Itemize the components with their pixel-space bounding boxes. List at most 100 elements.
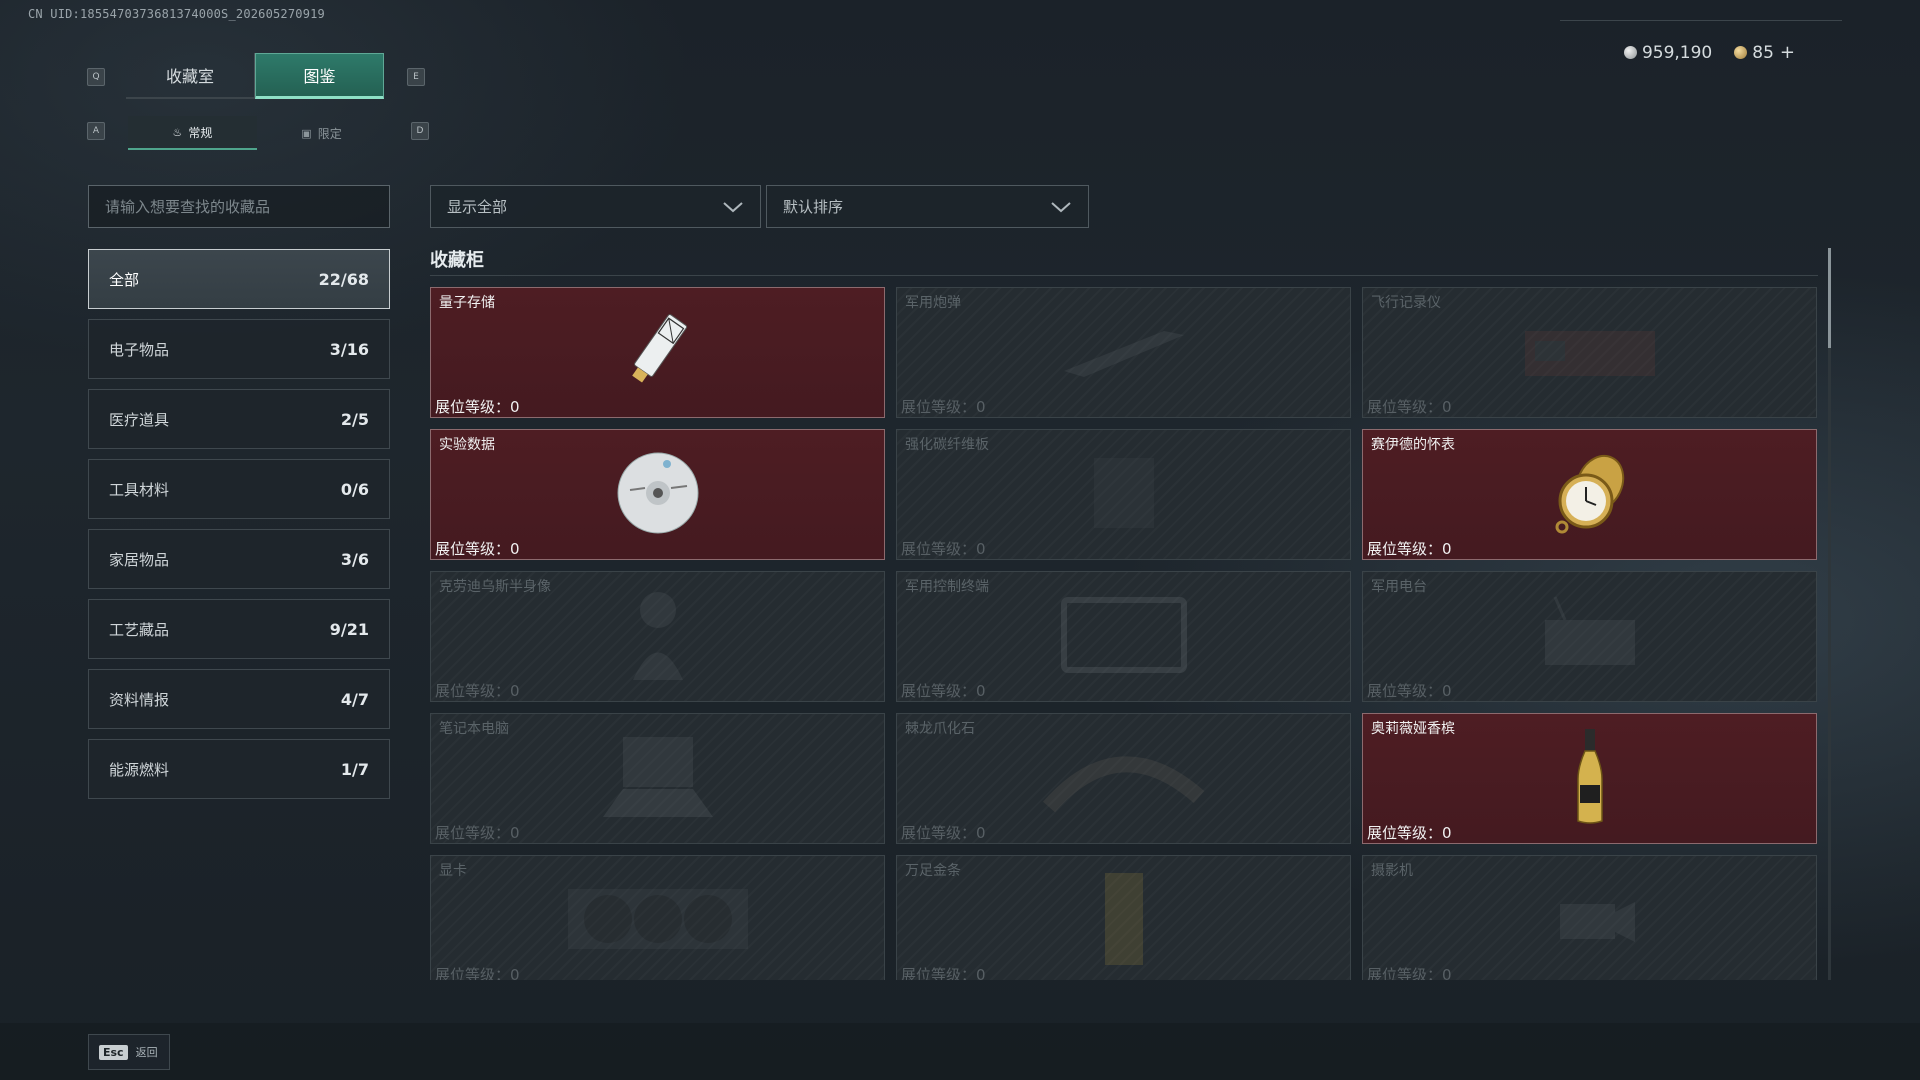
collection-card[interactable]: 量子存储 展位等级：0 bbox=[430, 287, 885, 418]
level-value: 0 bbox=[510, 824, 520, 842]
tab-collection-room[interactable]: 收藏室 bbox=[126, 53, 255, 99]
category-label: 工具材料 bbox=[109, 480, 170, 499]
filter-value: 显示全部 bbox=[447, 198, 508, 216]
category-item-tools[interactable]: 工具材料 0/6 bbox=[88, 459, 390, 519]
card-level: 展位等级：0 bbox=[901, 822, 986, 843]
back-button[interactable]: Esc 返回 bbox=[88, 1034, 170, 1070]
collection-card[interactable]: 赛伊德的怀表展位等级：0 bbox=[1362, 429, 1817, 560]
key-hint-d: D bbox=[411, 122, 429, 140]
tab-regular[interactable]: ♨ 常规 bbox=[128, 116, 257, 150]
level-label: 展位等级： bbox=[1367, 398, 1443, 416]
collection-card[interactable]: 棘龙爪化石展位等级：0 bbox=[896, 713, 1351, 844]
category-item-medical[interactable]: 医疗道具 2/5 bbox=[88, 389, 390, 449]
collection-card[interactable]: 飞行记录仪 展位等级：0 bbox=[1362, 287, 1817, 418]
tab-limited-label: 限定 bbox=[317, 126, 342, 141]
level-label: 展位等级： bbox=[901, 398, 977, 416]
category-item-all[interactable]: 全部 22/68 bbox=[88, 249, 390, 309]
level-label: 展位等级： bbox=[901, 540, 977, 558]
card-title: 实验数据 bbox=[439, 437, 495, 453]
image-icon: ▣ bbox=[301, 126, 312, 140]
category-count: 1/7 bbox=[340, 759, 369, 779]
tab-regular-label: 常规 bbox=[188, 125, 213, 140]
collection-card[interactable]: 显卡 展位等级：0 bbox=[430, 855, 885, 980]
level-value: 0 bbox=[976, 682, 986, 700]
key-hint-e: E bbox=[407, 68, 425, 86]
category-label: 资料情报 bbox=[109, 690, 170, 709]
search-input[interactable]: 请输入想要查找的收藏品 bbox=[88, 185, 390, 228]
level-label: 展位等级： bbox=[435, 966, 511, 980]
card-level: 展位等级：0 bbox=[901, 538, 986, 559]
card-title: 赛伊德的怀表 bbox=[1371, 437, 1455, 453]
card-level: 展位等级：0 bbox=[1367, 822, 1452, 843]
scrollbar-track[interactable] bbox=[1828, 248, 1831, 980]
camera-icon bbox=[1540, 884, 1640, 958]
collection-card[interactable]: 强化碳纤维板展位等级：0 bbox=[896, 429, 1351, 560]
card-title: 棘龙爪化石 bbox=[905, 721, 975, 737]
category-item-electronics[interactable]: 电子物品 3/16 bbox=[88, 319, 390, 379]
card-level: 展位等级：0 bbox=[901, 396, 986, 417]
collection-card[interactable]: 摄影机展位等级：0 bbox=[1362, 855, 1817, 980]
card-title: 强化碳纤维板 bbox=[905, 437, 989, 453]
level-value: 0 bbox=[1442, 966, 1452, 980]
card-level: 展位等级：0 bbox=[435, 822, 520, 843]
category-item-crafts[interactable]: 工艺藏品 9/21 bbox=[88, 599, 390, 659]
silver-coin-icon bbox=[1623, 45, 1637, 59]
level-value: 0 bbox=[1442, 398, 1452, 416]
scrollbar-thumb[interactable] bbox=[1828, 248, 1831, 348]
plate-icon bbox=[1089, 453, 1159, 537]
tab-codex[interactable]: 图鉴 bbox=[255, 53, 384, 99]
category-item-intel[interactable]: 资料情报 4/7 bbox=[88, 669, 390, 729]
chevron-down-icon bbox=[1051, 201, 1071, 212]
card-level: 展位等级：0 bbox=[1367, 680, 1452, 701]
sort-value: 默认排序 bbox=[783, 198, 844, 216]
category-item-household[interactable]: 家居物品 3/6 bbox=[88, 529, 390, 589]
top-divider bbox=[1560, 20, 1842, 21]
filter-dropdown[interactable]: 显示全部 bbox=[430, 185, 761, 228]
category-count: 9/21 bbox=[329, 619, 369, 639]
collection-card[interactable]: 万足金条 展位等级：0 bbox=[896, 855, 1351, 980]
category-item-energy[interactable]: 能源燃料 1/7 bbox=[88, 739, 390, 799]
collection-card[interactable]: 军用控制终端 展位等级：0 bbox=[896, 571, 1351, 702]
add-currency-button[interactable]: + bbox=[1780, 42, 1795, 63]
collection-card[interactable]: 笔记本电脑 展位等级：0 bbox=[430, 713, 885, 844]
main-tabs: 收藏室 图鉴 bbox=[126, 53, 384, 99]
gpu-icon bbox=[563, 874, 753, 968]
card-level: 展位等级：0 bbox=[435, 396, 520, 417]
silver-amount: 959,190 bbox=[1641, 42, 1713, 63]
silver-currency: 959,190 bbox=[1623, 42, 1713, 63]
tab-limited[interactable]: ▣ 限定 bbox=[257, 116, 386, 150]
card-title: 万足金条 bbox=[905, 863, 961, 879]
level-value: 0 bbox=[510, 398, 520, 416]
collection-grid: 量子存储 展位等级：0 军用炮弹 展位等级：0 飞行记录仪 展位等级：0 实验数据 展位等级：… bbox=[430, 287, 1818, 980]
collection-card[interactable]: 克劳迪乌斯半身像 展位等级：0 bbox=[430, 571, 885, 702]
shell-icon bbox=[1054, 321, 1194, 385]
collection-card[interactable]: 奥莉薇娅香槟 展位等级：0 bbox=[1362, 713, 1817, 844]
collection-card[interactable]: 实验数据展位等级：0 bbox=[430, 429, 885, 560]
disc-icon bbox=[615, 450, 701, 540]
card-title: 军用控制终端 bbox=[905, 579, 989, 595]
card-level: 展位等级：0 bbox=[435, 680, 520, 701]
level-label: 展位等级： bbox=[1367, 540, 1443, 558]
collection-card[interactable]: 军用炮弹 展位等级：0 bbox=[896, 287, 1351, 418]
card-level: 展位等级：0 bbox=[435, 538, 520, 559]
gold-coin-icon bbox=[1734, 46, 1748, 59]
level-value: 0 bbox=[510, 540, 520, 558]
level-label: 展位等级： bbox=[435, 682, 511, 700]
sub-tabs: ♨ 常规 ▣ 限定 bbox=[128, 116, 386, 150]
card-title: 显卡 bbox=[439, 863, 467, 879]
category-label: 电子物品 bbox=[109, 340, 170, 359]
level-label: 展位等级： bbox=[1367, 682, 1443, 700]
card-level: 展位等级：0 bbox=[1367, 538, 1452, 559]
radio-icon bbox=[1535, 595, 1645, 679]
gold-currency[interactable]: 85 + bbox=[1734, 42, 1795, 63]
laptop-icon bbox=[593, 727, 723, 831]
card-title: 军用电台 bbox=[1371, 579, 1427, 595]
level-value: 0 bbox=[976, 824, 986, 842]
card-level: 展位等级：0 bbox=[1367, 964, 1452, 980]
sort-dropdown[interactable]: 默认排序 bbox=[766, 185, 1089, 228]
category-label: 全部 bbox=[109, 270, 140, 289]
gold-amount: 85 bbox=[1752, 43, 1774, 63]
collection-card[interactable]: 军用电台展位等级：0 bbox=[1362, 571, 1817, 702]
category-count: 3/16 bbox=[329, 339, 369, 359]
card-title: 摄影机 bbox=[1371, 863, 1413, 879]
